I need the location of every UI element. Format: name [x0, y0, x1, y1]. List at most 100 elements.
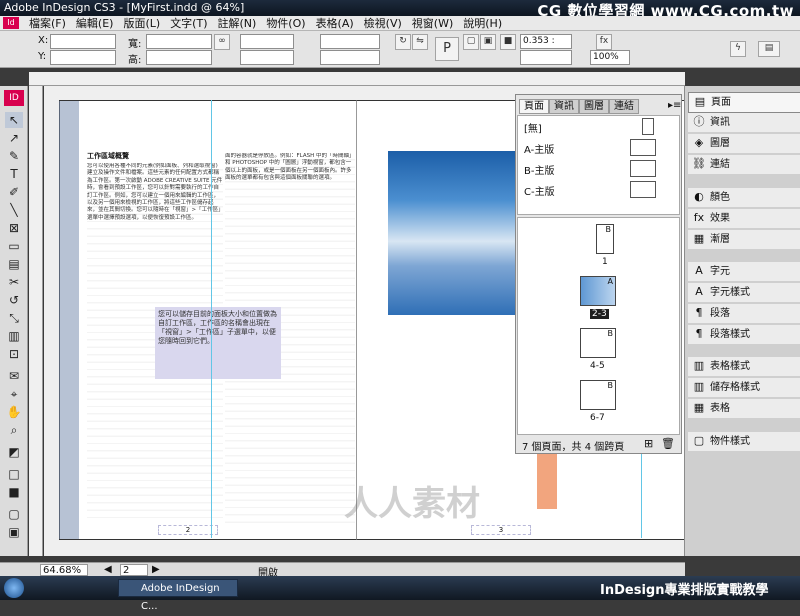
master-item[interactable]: [無] — [524, 120, 542, 135]
pen-tool-icon[interactable]: ✎ — [5, 148, 23, 164]
formatting-container-icon[interactable]: □ — [5, 466, 23, 482]
direct-selection-tool-icon[interactable]: ↗ — [5, 130, 23, 146]
menu-item-2[interactable]: 版面(L) — [118, 16, 165, 31]
dock-button-paragraph[interactable]: ¶ 段落 — [688, 304, 800, 323]
x-field[interactable] — [50, 34, 116, 49]
master-item[interactable]: B-主版 — [524, 162, 554, 177]
eyedropper-tool-icon[interactable]: ⌖ — [5, 386, 23, 402]
menu-item-7[interactable]: 檢視(V) — [359, 16, 407, 31]
menu-item-0[interactable]: 檔案(F) — [24, 16, 71, 31]
width-field[interactable] — [146, 34, 212, 49]
menu-item-9[interactable]: 說明(H) — [458, 16, 507, 31]
master-thumbnail[interactable] — [630, 160, 656, 177]
delete-page-icon[interactable]: 🗑 — [661, 437, 675, 450]
flip-horizontal-icon[interactable]: ⇋ — [412, 34, 428, 50]
start-button-icon[interactable] — [4, 578, 24, 598]
fx-icon[interactable]: fx — [596, 34, 612, 50]
note-tool-icon[interactable]: ✉ — [5, 368, 23, 384]
dock-button-pages[interactable]: ▤ 頁面 — [688, 92, 800, 113]
dock-button-paragraph-style[interactable]: ¶ 段落樣式 — [688, 325, 800, 344]
page-field[interactable]: 2 — [120, 564, 148, 576]
dock-button-character[interactable]: A 字元 — [688, 262, 800, 281]
select-content-icon[interactable]: ▣ — [480, 34, 496, 50]
menu-item-1[interactable]: 編輯(E) — [71, 16, 119, 31]
gradient-tool-icon[interactable]: ▥ — [5, 328, 23, 344]
y-field[interactable] — [50, 50, 116, 65]
zoom-tool-icon[interactable]: ⌕ — [5, 422, 23, 438]
type-tool-icon[interactable]: T — [5, 166, 23, 182]
apply-color-icon[interactable]: ■ — [5, 484, 23, 500]
panel-tab-3[interactable]: 連結 — [609, 99, 639, 114]
rotate-cw-icon[interactable]: ↻ — [395, 34, 411, 50]
new-page-icon[interactable]: ⊞ — [644, 437, 653, 450]
scale-x-field[interactable] — [240, 34, 294, 49]
menu-item-8[interactable]: 視窗(W) — [407, 16, 458, 31]
dock-button-gradient[interactable]: ▦ 漸層 — [688, 230, 800, 249]
flip-preview-icon[interactable]: P — [435, 37, 459, 61]
page-next-icon[interactable]: ▶ — [152, 564, 160, 575]
panel-menu-icon[interactable]: ▸≡ — [668, 100, 681, 111]
page-prev-icon[interactable]: ◀ — [104, 564, 112, 575]
pencil-tool-icon[interactable]: ✐ — [5, 184, 23, 200]
zoom-field[interactable]: 64.68% — [40, 564, 88, 576]
table-icon: ▦ — [693, 401, 705, 414]
vertical-ruler[interactable] — [29, 86, 43, 556]
panel-tab-2[interactable]: 圖層 — [579, 99, 609, 114]
scale-y-field[interactable] — [240, 50, 294, 65]
dock-button-links[interactable]: ⛓ 連結 — [688, 155, 800, 174]
scissors-tool-icon[interactable]: ✂ — [5, 274, 23, 290]
rotate-tool-icon[interactable]: ↺ — [5, 292, 23, 308]
sky-image[interactable] — [388, 151, 516, 315]
dock-button-table[interactable]: ▦ 表格 — [688, 399, 800, 418]
free-transform-tool-icon[interactable]: ⊡ — [5, 346, 23, 362]
stroke-weight-field[interactable]: 0.353 : — [520, 34, 572, 49]
master-item[interactable]: A-主版 — [524, 141, 554, 156]
menu-item-3[interactable]: 文字(T) — [165, 16, 212, 31]
dock-button-table-style[interactable]: ▥ 表格樣式 — [688, 357, 800, 376]
constrain-proportions-icon[interactable]: ∞ — [214, 34, 230, 50]
menu-item-5[interactable]: 物件(O) — [261, 16, 310, 31]
spread-thumbnail[interactable]: B — [580, 380, 616, 410]
taskbar-indesign-item[interactable]: Adobe InDesign C... — [118, 579, 238, 612]
select-container-icon[interactable]: ▢ — [463, 34, 479, 50]
menu-item-4[interactable]: 註解(N) — [213, 16, 262, 31]
button-tool-icon[interactable]: ▤ — [5, 256, 23, 272]
stroke-type-field[interactable] — [520, 50, 572, 65]
dock-button-character-style[interactable]: A 字元樣式 — [688, 283, 800, 302]
normal-view-icon[interactable]: ▢ — [5, 506, 23, 522]
preview-mode-icon[interactable]: ▣ — [5, 524, 23, 540]
opacity-field[interactable]: 100% — [590, 50, 630, 65]
shear-field[interactable] — [320, 50, 380, 65]
scale-tool-icon[interactable]: ⤡ — [5, 310, 23, 326]
rectangle-frame-tool-icon[interactable]: ⊠ — [5, 220, 23, 236]
dock-button-cell-style[interactable]: ▥ 儲存格樣式 — [688, 378, 800, 397]
horizontal-ruler[interactable] — [29, 72, 685, 86]
master-item[interactable]: C-主版 — [524, 183, 555, 198]
dock-button-color[interactable]: ◐ 顏色 — [688, 188, 800, 207]
lightning-icon[interactable]: ϟ — [730, 41, 746, 57]
dock-button-effects[interactable]: fx 效果 — [688, 209, 800, 228]
dock-button-object-style[interactable]: ▢ 物件樣式 — [688, 432, 800, 451]
dock-button-layers[interactable]: ◈ 圖層 — [688, 134, 800, 153]
spread-thumbnail[interactable]: B — [580, 328, 616, 358]
line-tool-icon[interactable]: ╲ — [5, 202, 23, 218]
panel-menu-icon[interactable]: ▤ — [758, 41, 780, 57]
master-thumbnail[interactable] — [642, 118, 654, 135]
menu-item-6[interactable]: 表格(A) — [311, 16, 359, 31]
fill-stroke-swatch-icon[interactable]: ◩ — [5, 444, 23, 460]
height-field[interactable] — [146, 50, 212, 65]
master-thumbnail[interactable] — [630, 181, 656, 198]
rectangle-tool-icon[interactable]: ▭ — [5, 238, 23, 254]
selection-tool-icon[interactable]: ↖ — [5, 112, 23, 128]
fill-swatch-icon[interactable]: ■ — [500, 34, 516, 50]
rotate-field[interactable] — [320, 34, 380, 49]
panel-tab-1[interactable]: 資訊 — [549, 99, 579, 114]
pull-quote-frame[interactable]: 您可以儲存目前的面板大小和位置做為自訂工作區，工作區的名稱會出現在「視窗」>「工… — [155, 307, 281, 379]
spread-thumbnail[interactable]: B — [596, 224, 614, 254]
spread-thumbnail[interactable]: A — [580, 276, 616, 306]
page-2[interactable]: 工作區域概覽 您可以使用各種不同的元素(例如面板、列和選取視窗)建立及操作文件和… — [59, 100, 358, 540]
master-thumbnail[interactable] — [630, 139, 656, 156]
panel-tab-0[interactable]: 頁面 — [519, 99, 549, 114]
hand-tool-icon[interactable]: ✋ — [5, 404, 23, 420]
dock-button-info[interactable]: ⓘ 資訊 — [688, 113, 800, 132]
